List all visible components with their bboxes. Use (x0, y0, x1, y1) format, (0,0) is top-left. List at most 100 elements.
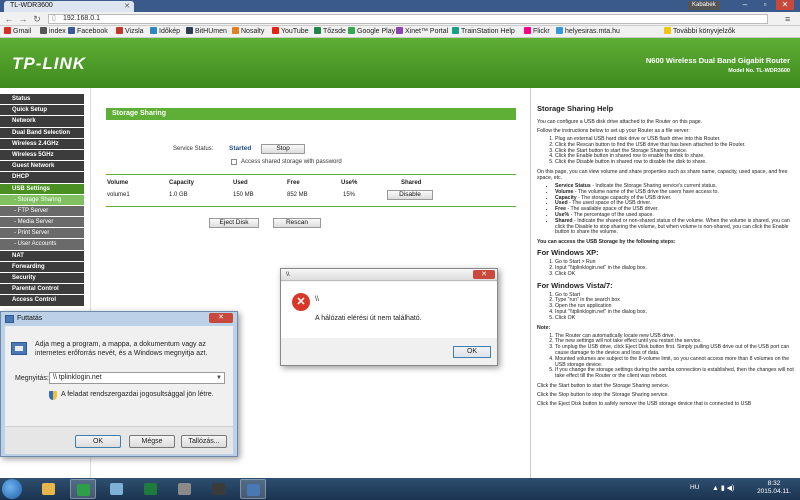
run-browse-button[interactable]: Tallózás... (181, 435, 227, 448)
sidebar-item[interactable]: Wireless 5GHz (0, 149, 84, 162)
sidebar-item[interactable]: DHCP (0, 172, 84, 184)
help-list-item: If you change the storage settings durin… (555, 368, 794, 380)
sidebar-item[interactable]: Parental Control (0, 284, 84, 296)
bookmark-label: TrainStation Help (461, 28, 515, 35)
tab-close-icon[interactable]: ✕ (124, 2, 130, 10)
back-icon[interactable]: ← (4, 14, 14, 24)
sidebar-item[interactable]: - FTP Server (0, 205, 84, 218)
model-number: Model No. TL-WDR3600 (728, 68, 790, 74)
maximize-icon[interactable]: ▫ (756, 0, 774, 10)
sidebar-item[interactable]: Dual Band Selection (0, 127, 84, 139)
bookmark-label: Xinet™ Portal (405, 28, 449, 35)
bookmark-label: Facebook (77, 28, 108, 35)
help-stop: Click the Stop button to stop the Storag… (537, 391, 669, 398)
taskbar-game-button[interactable] (172, 479, 198, 499)
sidebar-item[interactable]: Quick Setup (0, 105, 84, 117)
sidebar-item[interactable]: - Storage Sharing (0, 194, 84, 206)
language-indicator[interactable]: HU (690, 484, 699, 491)
bookmark-item[interactable]: További könyvjelzők (664, 27, 735, 37)
service-status-value: Started (229, 145, 252, 152)
bookmark-favicon-icon (4, 27, 11, 34)
help-vista-title: For Windows Vista/7: (537, 280, 613, 290)
bookmark-item[interactable]: Vizsla (116, 27, 144, 37)
sidebar-item[interactable]: - User Accounts (0, 239, 84, 251)
bookmark-item[interactable]: BitHUmen (186, 27, 227, 37)
error-dialog-close-icon[interactable]: ✕ (473, 270, 495, 279)
taskbar-steam-button[interactable] (206, 479, 232, 499)
disable-button[interactable]: Disable (387, 190, 433, 200)
bookmark-item[interactable]: Időkép (150, 27, 180, 37)
dropdown-arrow-icon[interactable]: ▼ (216, 373, 222, 383)
clock[interactable]: 8:32 2015.04.11. (752, 480, 796, 496)
bookmark-item[interactable]: Gmail (4, 27, 31, 37)
sidebar-item[interactable]: Wireless 2.4GHz (0, 138, 84, 150)
bookmark-favicon-icon (452, 27, 459, 34)
sidebar-item[interactable]: Access Control (0, 295, 84, 307)
bookmark-favicon-icon (40, 27, 47, 34)
taskbar-explorer-button[interactable] (36, 479, 62, 499)
taskbar-run-button[interactable] (240, 479, 266, 499)
password-checkbox[interactable] (231, 159, 237, 165)
rescan-button[interactable]: Rescan (273, 218, 321, 228)
run-ok-button[interactable]: OK (75, 435, 121, 448)
sidebar-item[interactable]: Security (0, 273, 84, 285)
sidebar-item[interactable]: Guest Network (0, 161, 84, 173)
bookmark-favicon-icon (272, 27, 279, 34)
sidebar-item[interactable]: USB Settings (0, 183, 84, 195)
browser-tab[interactable]: TL-WDR3600 ✕ (4, 1, 134, 12)
eject-disk-button[interactable]: Eject Disk (209, 218, 259, 228)
browser-toolbar: ← → ↻ ▯ 192.168.0.1 ≡ (0, 12, 800, 26)
reload-icon[interactable]: ↻ (32, 14, 42, 24)
bookmark-favicon-icon (524, 27, 531, 34)
address-bar[interactable]: ▯ 192.168.0.1 (48, 14, 768, 24)
taskbar-chrome-button[interactable] (70, 479, 96, 499)
taskbar-calculator-button[interactable] (104, 479, 130, 499)
bookmark-item[interactable]: Google Play (348, 27, 395, 37)
taskbar-excel-button[interactable] (138, 479, 164, 499)
bookmark-item[interactable]: helyesiras.mta.hu (556, 27, 620, 37)
run-dialog-close-icon[interactable]: ✕ (209, 313, 233, 323)
cell-free: 852 MB (287, 192, 308, 198)
sidebar-item[interactable]: Forwarding (0, 261, 84, 273)
bookmark-item[interactable]: Tőzsde (314, 27, 346, 37)
page-info-icon[interactable]: ▯ (52, 15, 56, 23)
bookmark-favicon-icon (556, 27, 563, 34)
sidebar-item[interactable]: Network (0, 116, 84, 128)
cell-volume: volume1 (107, 192, 130, 198)
stop-button[interactable]: Stop (261, 144, 305, 154)
bookmark-label: Google Play (357, 28, 396, 35)
error-dialog-body: ✕ \\ A hálózati elérési út nem található… (281, 282, 497, 338)
profile-badge[interactable]: Kababek (688, 1, 720, 10)
run-cancel-button[interactable]: Mégse (129, 435, 175, 448)
calculator-icon (110, 483, 123, 495)
help-instructions: Follow the instructions below to set up … (537, 128, 690, 134)
sidebar-item[interactable]: Status (0, 94, 84, 106)
menu-icon[interactable]: ≡ (785, 14, 790, 24)
bookmarks-bar: Gmail index Facebook Vizsla Időkép BitHUmen No… (0, 26, 800, 38)
excel-icon (144, 483, 157, 495)
sidebar-item[interactable]: - Media Server (0, 217, 84, 229)
bookmark-item[interactable]: TrainStation Help (452, 27, 515, 37)
bookmark-item[interactable]: Nosalty (232, 27, 264, 37)
help-term-text: - Indicate the shared or non-shared stat… (555, 217, 790, 236)
start-button[interactable] (2, 479, 22, 499)
sidebar-item[interactable]: - Print Server (0, 228, 84, 240)
help-note-title: Note: (537, 324, 551, 331)
sidebar-item[interactable]: NAT (0, 250, 84, 262)
bookmark-item[interactable]: index (40, 27, 66, 37)
error-ok-button[interactable]: OK (453, 346, 491, 358)
forward-icon[interactable]: → (18, 14, 28, 24)
game-icon (178, 483, 191, 495)
bookmark-item[interactable]: YouTube (272, 27, 309, 37)
bookmark-item[interactable]: Facebook (68, 27, 108, 37)
run-icon (247, 484, 260, 496)
minimize-icon[interactable]: – (736, 0, 754, 10)
open-input[interactable]: \\ tplinklogin.net ▼ (49, 372, 225, 384)
window-close-icon[interactable]: ✕ (776, 0, 794, 10)
run-dialog-footer: OK Mégse Tallózás... (5, 426, 233, 454)
bookmark-item[interactable]: Xinet™ Portal (396, 27, 448, 37)
bookmark-item[interactable]: Flickr (524, 27, 550, 37)
system-tray[interactable]: ▲ ▮ ◀) (712, 484, 734, 492)
bookmark-favicon-icon (186, 27, 193, 34)
bookmark-label: helyesiras.mta.hu (565, 28, 620, 35)
